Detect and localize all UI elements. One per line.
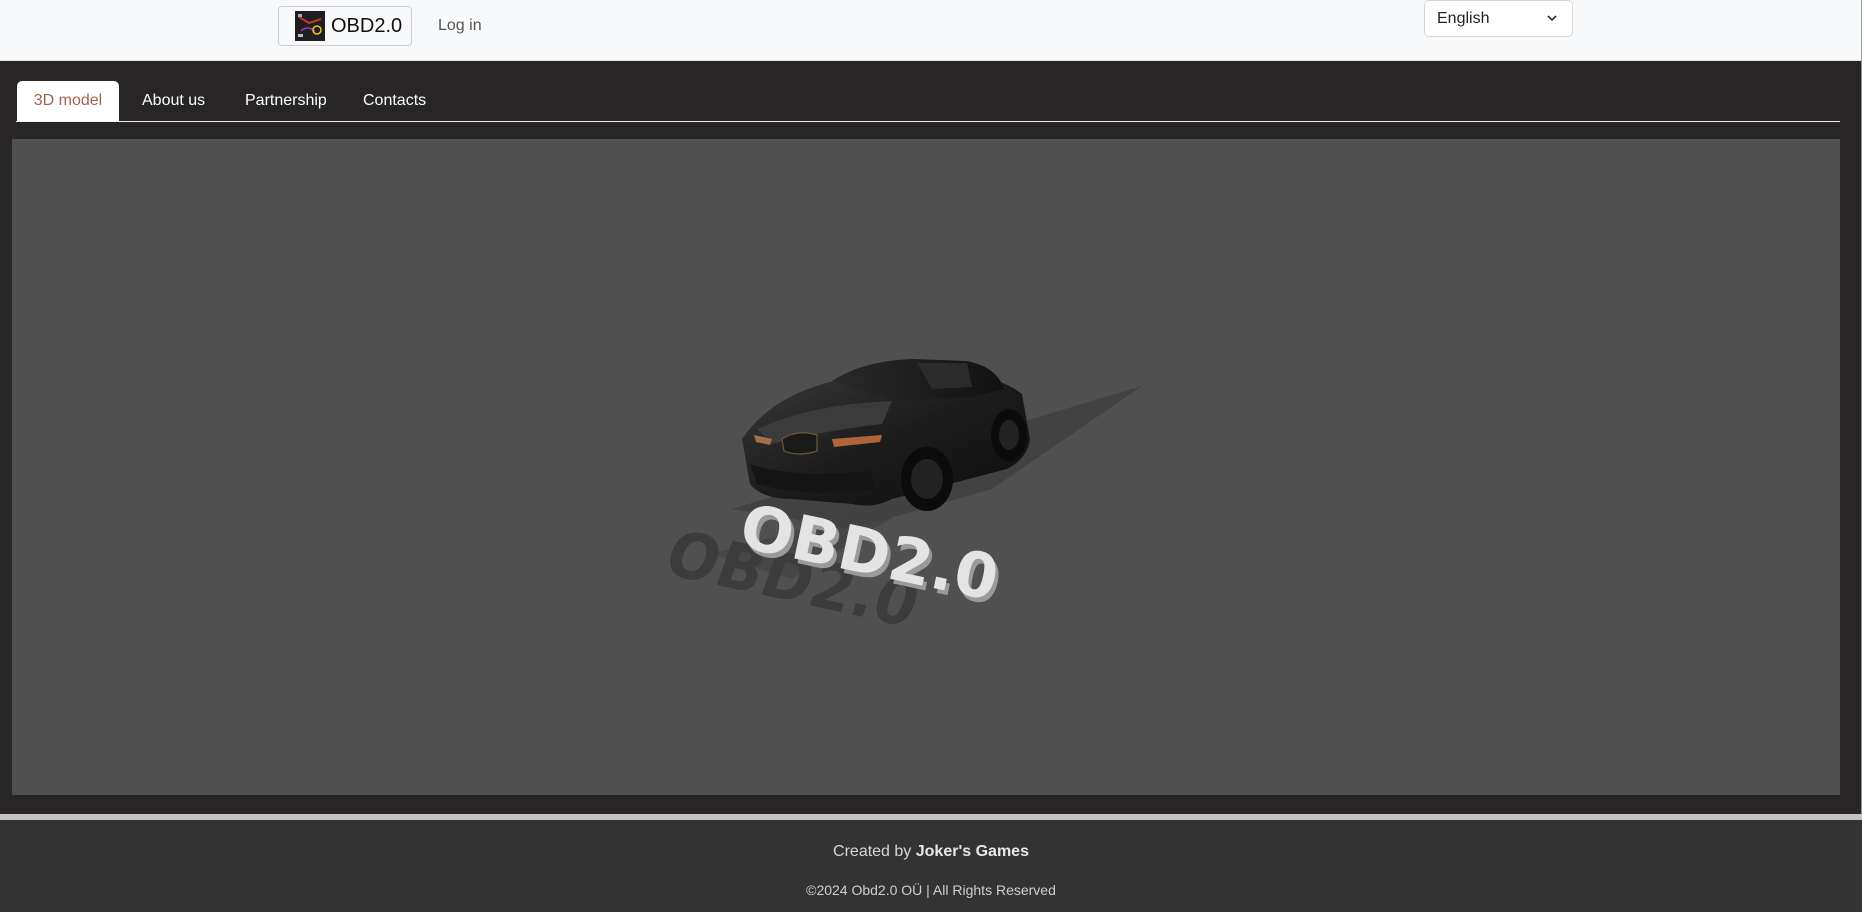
tab-about-us[interactable]: About us xyxy=(142,81,205,121)
language-select[interactable]: English xyxy=(1424,0,1573,37)
brand-name: OBD2.0 xyxy=(331,14,403,37)
footer: Created by Joker's Games ©2024 Obd2.0 OÜ… xyxy=(0,820,1862,912)
tab-contacts[interactable]: Contacts xyxy=(363,81,426,121)
top-navbar: OBD2.0 Log in English xyxy=(0,0,1862,61)
car-3d-render: OBD2.0 OBD2.0 OBD2.0 xyxy=(656,359,1142,642)
tab-partnership[interactable]: Partnership xyxy=(245,81,327,121)
chevron-down-icon xyxy=(1547,15,1557,22)
obd-logo-icon xyxy=(295,11,325,41)
copyright-text: ©2024 Obd2.0 OÜ | All Rights Reserved xyxy=(806,882,1056,898)
credit-prefix: Created by xyxy=(833,843,912,860)
tab-3d-model[interactable]: 3D model xyxy=(17,81,119,121)
3d-model-viewer[interactable]: OBD2.0 OBD2.0 OBD2.0 xyxy=(12,139,1840,795)
credit-company: Joker's Games xyxy=(915,843,1029,860)
tab-underline xyxy=(16,121,1840,122)
footer-credit: Created by Joker's Games xyxy=(0,843,1862,861)
language-selected-value: English xyxy=(1437,9,1490,27)
brand-button[interactable]: OBD2.0 xyxy=(278,6,412,46)
login-link[interactable]: Log in xyxy=(438,17,482,35)
